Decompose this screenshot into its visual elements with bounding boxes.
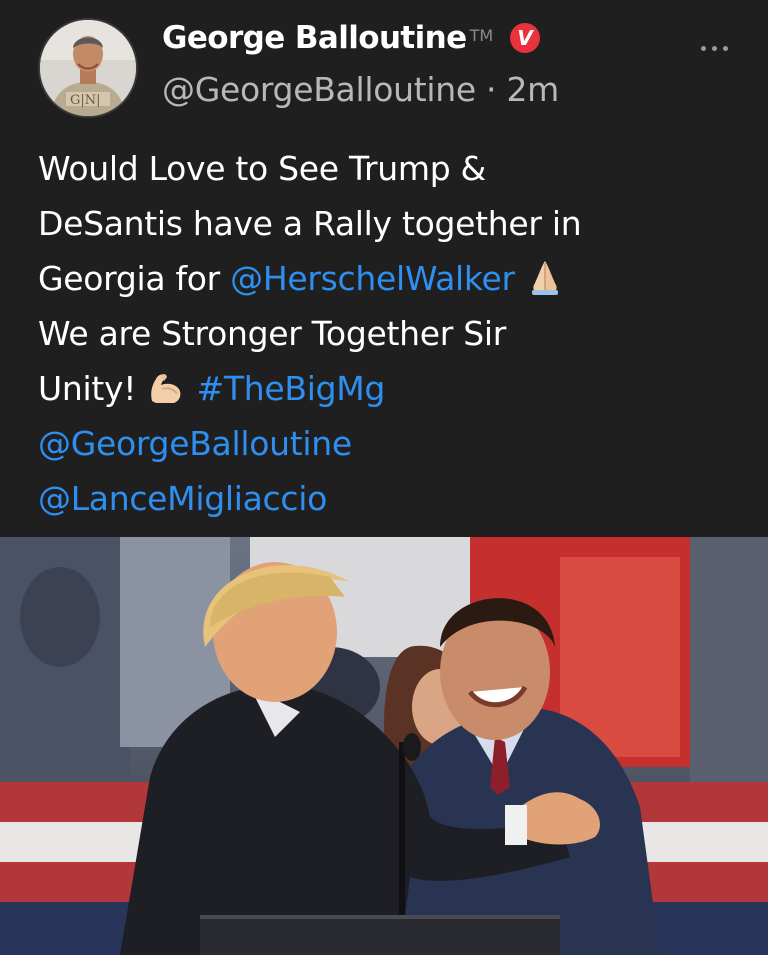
ellipsis-icon <box>700 45 706 51</box>
profile-photo-icon: G|N| <box>40 20 136 116</box>
ellipsis-icon <box>711 45 717 51</box>
post-text-segment: Georgia for <box>38 259 231 298</box>
ellipsis-icon <box>722 45 728 51</box>
mention-link-georgeballoutine[interactable]: @GeorgeBalloutine <box>38 424 352 463</box>
verified-badge-icon: V <box>510 23 541 53</box>
hashtag-link-thebigmg[interactable]: #TheBigMg <box>197 369 386 408</box>
post-card: G|N| George Balloutine TM V @GeorgeBallo… <box>0 0 768 955</box>
post-text-line: Georgia for @HerschelWalker <box>38 251 738 306</box>
post-text-line: We are Stronger Together Sir <box>38 314 506 353</box>
author-handle[interactable]: @GeorgeBalloutine <box>162 70 476 109</box>
author-display-name[interactable]: George Balloutine <box>162 20 467 56</box>
post-text-line: DeSantis have a Rally together in <box>38 204 582 243</box>
trademark-mark: TM <box>469 25 494 45</box>
post-text-line: Unity! #TheBigMg <box>38 361 738 416</box>
post-text-line: Would Love to See Trump & <box>38 149 486 188</box>
post-text-line: @LanceMigliaccio <box>38 471 738 526</box>
flexed-biceps-emoji-icon <box>151 373 181 403</box>
rally-photo-icon <box>0 537 768 955</box>
post-media[interactable] <box>0 537 768 955</box>
folded-hands-emoji-icon <box>531 260 558 295</box>
author-handle-row: @GeorgeBalloutine · 2m <box>162 70 559 109</box>
mention-link-lancemigliaccio[interactable]: @LanceMigliaccio <box>38 479 327 518</box>
meta-separator: · <box>486 70 497 109</box>
post-text-line: @GeorgeBalloutine <box>38 416 738 471</box>
author-avatar[interactable]: G|N| <box>38 18 138 118</box>
more-options-button[interactable] <box>690 36 738 60</box>
post-text-segment: Unity! <box>38 369 147 408</box>
post-timestamp[interactable]: 2m <box>506 70 559 109</box>
verified-badge-letter: V <box>517 26 534 50</box>
mention-link-herschelwalker[interactable]: @HerschelWalker <box>230 259 515 298</box>
author-name-row: George Balloutine TM V <box>162 18 541 58</box>
svg-text:G|N|: G|N| <box>70 93 101 108</box>
post-body: Would Love to See Trump & DeSantis have … <box>38 141 738 526</box>
